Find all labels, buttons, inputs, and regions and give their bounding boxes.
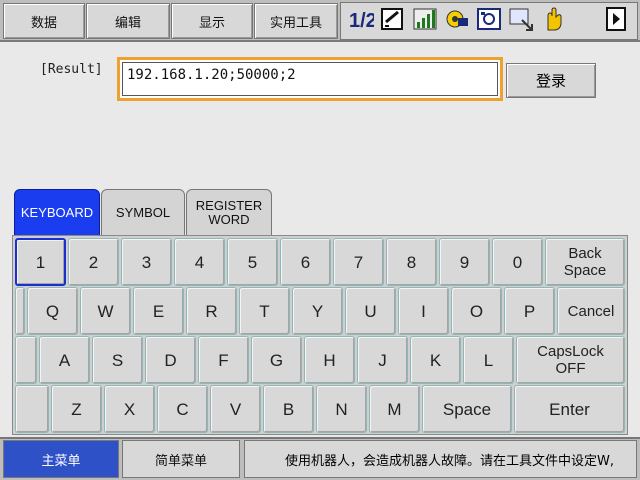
simple-menu-button[interactable]: 简单菜单 bbox=[122, 440, 240, 478]
camera-frame-icon[interactable] bbox=[476, 6, 502, 32]
key-4[interactable]: 4 bbox=[174, 238, 225, 286]
key-i[interactable]: I bbox=[398, 287, 449, 335]
menu-utility-button[interactable]: 实用工具 bbox=[254, 3, 338, 39]
edit-check-icon[interactable] bbox=[380, 6, 406, 32]
key-5[interactable]: 5 bbox=[227, 238, 278, 286]
key-backspace-line1: Back bbox=[568, 245, 602, 262]
tab-register-word-line2: WORD bbox=[208, 211, 250, 227]
signal-icon[interactable] bbox=[412, 6, 438, 32]
key-6[interactable]: 6 bbox=[280, 238, 331, 286]
monitor-arrow-icon[interactable] bbox=[508, 6, 534, 32]
gear-chip-icon[interactable] bbox=[444, 6, 470, 32]
key-k[interactable]: K bbox=[410, 336, 461, 384]
row2-left-spacer bbox=[15, 287, 25, 335]
result-label: [Result] bbox=[40, 62, 103, 77]
menu-edit-button[interactable]: 编辑 bbox=[86, 3, 170, 39]
key-z[interactable]: Z bbox=[51, 385, 102, 433]
key-x[interactable]: X bbox=[104, 385, 155, 433]
key-r[interactable]: R bbox=[186, 287, 237, 335]
key-l[interactable]: L bbox=[463, 336, 514, 384]
key-h[interactable]: H bbox=[304, 336, 355, 384]
key-enter[interactable]: Enter bbox=[514, 385, 625, 433]
key-f[interactable]: F bbox=[198, 336, 249, 384]
tab-register-word[interactable]: REGISTER WORD bbox=[186, 189, 272, 236]
result-input[interactable]: 192.168.1.20;50000;2 bbox=[117, 57, 503, 101]
row3-left-spacer bbox=[15, 336, 37, 384]
key-n[interactable]: N bbox=[316, 385, 367, 433]
key-s[interactable]: S bbox=[92, 336, 143, 384]
key-c[interactable]: C bbox=[157, 385, 208, 433]
key-cancel[interactable]: Cancel bbox=[557, 287, 625, 335]
key-y[interactable]: Y bbox=[292, 287, 343, 335]
key-w[interactable]: W bbox=[80, 287, 131, 335]
tab-register-word-line1: REGISTER bbox=[195, 197, 263, 213]
menu-data-button[interactable]: 数据 bbox=[3, 3, 85, 39]
svg-text:1/2: 1/2 bbox=[349, 10, 374, 32]
key-a[interactable]: A bbox=[39, 336, 90, 384]
key-b[interactable]: B bbox=[263, 385, 314, 433]
row4-left-spacer bbox=[15, 385, 49, 433]
key-backspace[interactable]: Back Space bbox=[545, 238, 625, 286]
key-g[interactable]: G bbox=[251, 336, 302, 384]
key-backspace-line2: Space bbox=[563, 262, 607, 279]
key-2[interactable]: 2 bbox=[68, 238, 119, 286]
tab-keyboard[interactable]: KEYBOARD bbox=[14, 189, 100, 236]
main-menu-button[interactable]: 主菜单 bbox=[3, 440, 119, 478]
key-d[interactable]: D bbox=[145, 336, 196, 384]
tool-number-icon[interactable]: 1/2 bbox=[348, 6, 374, 32]
tab-symbol[interactable]: SYMBOL bbox=[101, 189, 185, 236]
key-e[interactable]: E bbox=[133, 287, 184, 335]
key-9[interactable]: 9 bbox=[439, 238, 490, 286]
key-8[interactable]: 8 bbox=[386, 238, 437, 286]
menu-display-button[interactable]: 显示 bbox=[171, 3, 253, 39]
key-1[interactable]: 1 bbox=[15, 238, 66, 286]
key-0[interactable]: 0 bbox=[492, 238, 543, 286]
key-7[interactable]: 7 bbox=[333, 238, 384, 286]
key-space[interactable]: Space bbox=[422, 385, 512, 433]
key-capslock[interactable]: CapsLock OFF bbox=[516, 336, 625, 384]
key-o[interactable]: O bbox=[451, 287, 502, 335]
key-capslock-line2: OFF bbox=[555, 360, 586, 377]
key-j[interactable]: J bbox=[357, 336, 408, 384]
key-q[interactable]: Q bbox=[27, 287, 78, 335]
login-button[interactable]: 登录 bbox=[506, 63, 596, 98]
key-capslock-line1: CapsLock bbox=[537, 343, 604, 360]
result-value[interactable]: 192.168.1.20;50000;2 bbox=[122, 62, 498, 96]
key-3[interactable]: 3 bbox=[121, 238, 172, 286]
hand-icon[interactable] bbox=[540, 6, 566, 32]
status-message: 使用机器人，会造成机器人故障。请在工具文件中设定W, bbox=[244, 440, 637, 478]
exit-arrow-icon[interactable] bbox=[604, 6, 630, 32]
key-u[interactable]: U bbox=[345, 287, 396, 335]
key-v[interactable]: V bbox=[210, 385, 261, 433]
key-p[interactable]: P bbox=[504, 287, 555, 335]
key-t[interactable]: T bbox=[239, 287, 290, 335]
key-m[interactable]: M bbox=[369, 385, 420, 433]
